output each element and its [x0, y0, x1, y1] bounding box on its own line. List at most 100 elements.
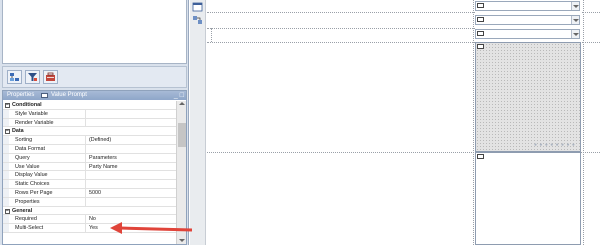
- toolbox-icon[interactable]: [43, 70, 58, 84]
- properties-title: Properties: [7, 92, 35, 98]
- column-divider: [85, 153, 86, 162]
- row-gutter: [3, 118, 9, 127]
- property-name: Render Variable: [15, 119, 54, 126]
- callout-arrow-icon: [110, 222, 192, 234]
- column-divider: [85, 118, 86, 127]
- column-divider: [85, 215, 86, 224]
- canvas-guide: [582, 42, 600, 43]
- property-row[interactable]: Sorting (Defined): [3, 136, 178, 145]
- canvas-guide: [207, 12, 475, 13]
- column-divider: [85, 180, 86, 188]
- property-name: Query: [15, 154, 30, 161]
- collapse-toggle-icon[interactable]: −: [5, 103, 10, 108]
- insertable-objects-pane[interactable]: [2, 0, 187, 64]
- prompt-icon: [477, 31, 484, 36]
- filter-icon[interactable]: [25, 70, 40, 84]
- pane-toolbar: [2, 66, 187, 88]
- column-divider: [85, 188, 86, 197]
- property-grid: − Conditional Style Variable Render Variabl…: [3, 101, 178, 233]
- prompt-icon: [477, 17, 484, 22]
- property-row[interactable]: Properties: [3, 197, 178, 207]
- category-label: Conditional: [12, 102, 42, 108]
- property-value[interactable]: Parameters: [89, 154, 117, 162]
- scroll-up-icon[interactable]: [179, 102, 185, 105]
- property-row[interactable]: Data Format: [3, 144, 178, 154]
- column-divider: [85, 224, 86, 232]
- property-name: Multi-Select: [15, 225, 44, 232]
- property-category[interactable]: − Conditional: [3, 101, 178, 110]
- value-prompt-dropdown[interactable]: [475, 1, 580, 11]
- properties-title-bar: Properties Value Prompt _ □: [3, 91, 186, 100]
- prompt-icon: [477, 44, 484, 49]
- vertical-toolbar: [190, 0, 206, 245]
- row-gutter: [3, 180, 9, 188]
- canvas-guide: [583, 0, 584, 245]
- selected-object-name[interactable]: Value Prompt: [51, 91, 87, 100]
- left-pane: Properties Value Prompt _ □ − Conditional…: [0, 0, 189, 245]
- property-value[interactable]: 5000: [89, 189, 101, 197]
- row-gutter: [3, 162, 9, 171]
- chevron-down-icon[interactable]: [571, 2, 579, 10]
- column-divider: [85, 136, 86, 144]
- property-name: Style Variable: [15, 110, 48, 117]
- select-deselect-links[interactable]: ● ● ● ● ● ● ● ●: [534, 142, 575, 148]
- property-name: Display Value: [15, 172, 48, 179]
- property-row[interactable]: Style Variable: [3, 109, 178, 119]
- property-value[interactable]: Party Name: [89, 163, 117, 171]
- chevron-down-icon[interactable]: [571, 16, 579, 24]
- row-gutter: [3, 136, 9, 144]
- category-label: General: [12, 207, 33, 214]
- property-row[interactable]: Display Value: [3, 171, 178, 181]
- property-value[interactable]: (Defined): [89, 136, 111, 144]
- value-prompt-box[interactable]: [475, 152, 581, 245]
- prompt-icon: [477, 3, 484, 8]
- window-buttons[interactable]: _ □: [174, 91, 184, 100]
- layout-icon[interactable]: [192, 15, 203, 25]
- property-name: Static Choices: [15, 181, 50, 188]
- value-prompt-dropdown[interactable]: [475, 29, 580, 39]
- hierarchy-icon[interactable]: [7, 70, 22, 84]
- page-icon[interactable]: [192, 2, 203, 12]
- row-gutter: [3, 144, 9, 153]
- prompt-icon: [477, 154, 484, 159]
- scroll-down-icon[interactable]: [179, 239, 185, 242]
- property-row[interactable]: Use Value Party Name: [3, 162, 178, 172]
- collapse-toggle-icon[interactable]: −: [5, 129, 10, 135]
- column-divider: [85, 162, 86, 171]
- property-row[interactable]: Static Choices: [3, 180, 178, 189]
- column-divider: [85, 144, 86, 153]
- collapse-toggle-icon[interactable]: −: [5, 208, 10, 214]
- canvas-guide: [211, 28, 212, 42]
- property-row[interactable]: Query Parameters: [3, 153, 178, 163]
- property-category[interactable]: − Data: [3, 127, 178, 137]
- property-name: Data Format: [15, 145, 45, 152]
- row-gutter: [3, 109, 9, 118]
- row-gutter: [3, 215, 9, 224]
- column-divider: [85, 109, 86, 118]
- property-row[interactable]: Render Variable: [3, 118, 178, 128]
- column-divider: [85, 171, 86, 180]
- scroll-thumb[interactable]: [178, 123, 186, 147]
- row-gutter: [3, 188, 9, 197]
- property-name: Rows Per Page: [15, 189, 53, 196]
- canvas-guide: [473, 0, 474, 245]
- property-name: Use Value: [15, 163, 40, 170]
- canvas-guide: [582, 12, 600, 13]
- property-name: Sorting: [15, 137, 33, 144]
- canvas-guide: [207, 28, 475, 29]
- chevron-down-icon[interactable]: [571, 30, 579, 38]
- property-value[interactable]: No: [89, 215, 96, 223]
- category-label: Data: [12, 128, 24, 135]
- row-gutter: [3, 224, 9, 232]
- row-gutter: [3, 153, 9, 162]
- property-category[interactable]: − General: [3, 206, 178, 216]
- row-gutter: [3, 197, 9, 206]
- value-prompt-listbox[interactable]: ● ● ● ● ● ● ● ●: [475, 42, 581, 152]
- canvas-guide: [207, 42, 475, 43]
- property-name: Properties: [15, 198, 40, 205]
- object-type-icon[interactable]: [41, 93, 48, 98]
- column-divider: [85, 197, 86, 206]
- property-row[interactable]: Rows Per Page 5000: [3, 188, 178, 198]
- value-prompt-dropdown[interactable]: [475, 15, 580, 25]
- property-value[interactable]: Yes: [89, 224, 98, 232]
